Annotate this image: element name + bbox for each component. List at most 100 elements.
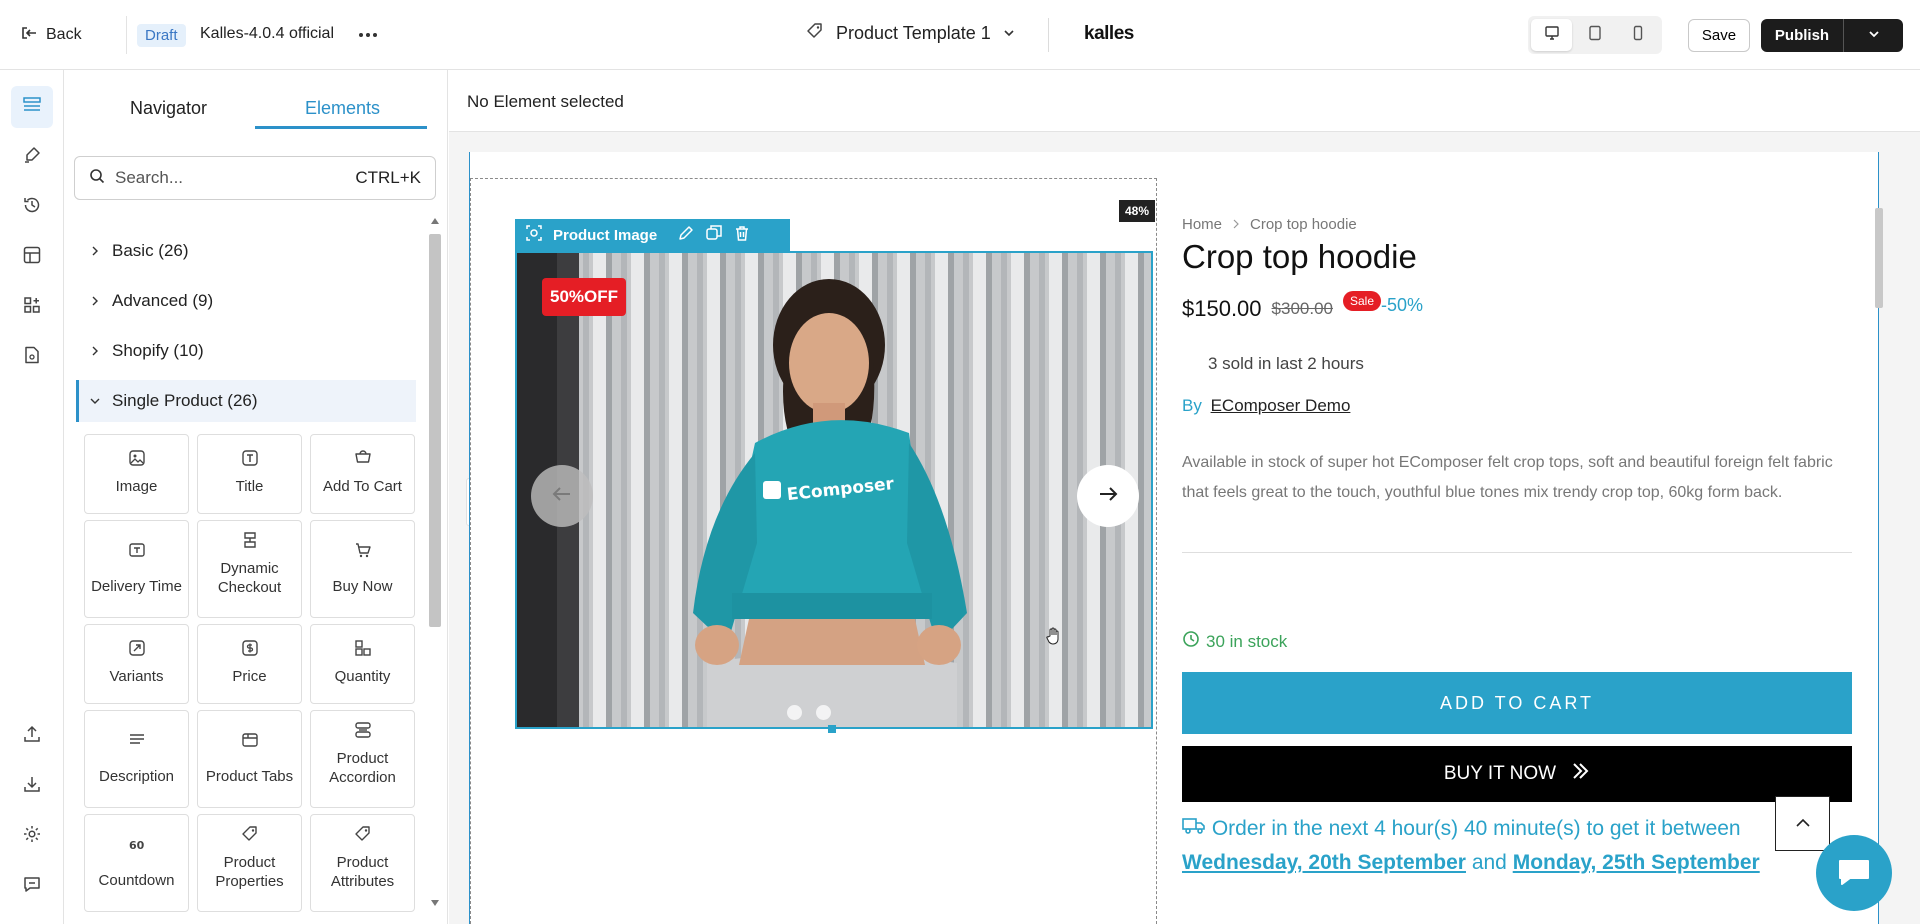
live-chat-button[interactable] <box>1816 835 1892 911</box>
mobile-view-button[interactable] <box>1618 19 1659 51</box>
element-quantity[interactable]: Quantity <box>310 624 415 704</box>
element-delivery-time[interactable]: Delivery Time <box>84 520 189 618</box>
element-image[interactable]: Image <box>84 434 189 514</box>
slider-next-button[interactable] <box>1077 465 1139 527</box>
countdown-icon: 60 <box>128 835 146 857</box>
element-variants[interactable]: Variants <box>84 624 189 704</box>
arrow-left-icon <box>550 482 574 510</box>
image-icon <box>128 449 146 471</box>
more-options-button[interactable] <box>354 22 382 48</box>
element-price[interactable]: Price <box>197 624 302 704</box>
publish-options-button[interactable] <box>1843 19 1903 52</box>
selection-status: No Element selected <box>467 92 624 111</box>
style-button[interactable] <box>11 136 53 178</box>
apps-button[interactable] <box>11 286 53 328</box>
slide-dot[interactable] <box>787 705 802 720</box>
element-product-attributes[interactable]: Product Attributes <box>310 814 415 912</box>
element-product-accordion[interactable]: Product Accordion <box>310 710 415 808</box>
product-image-slider[interactable]: EComposer 50%OFF <box>515 251 1153 729</box>
element-label: Countdown <box>98 872 175 889</box>
slider-pagination <box>787 705 831 720</box>
back-label: Back <box>46 26 82 43</box>
product-attributes-icon <box>354 825 372 847</box>
template-selector[interactable]: Product Template 1 <box>806 22 1015 45</box>
element-label: Product Attributes <box>330 854 395 890</box>
element-dynamic-checkout[interactable]: Dynamic Checkout <box>197 520 302 618</box>
dynamic-checkout-icon <box>241 531 259 553</box>
category-shopify[interactable]: Shopify (10) <box>76 330 416 372</box>
theme-name: Kalles-4.0.4 official <box>200 25 334 42</box>
tab-navigator[interactable]: Navigator <box>130 98 207 119</box>
product-vendor: By EComposer Demo <box>1182 396 1350 416</box>
support-chat-button[interactable] <box>11 865 53 907</box>
divider <box>1182 552 1852 553</box>
category-label: Single Product (26) <box>112 391 258 410</box>
tablet-view-button[interactable] <box>1574 19 1615 51</box>
canvas-scrollbar[interactable] <box>1870 152 1888 924</box>
layout-button[interactable] <box>11 86 53 128</box>
trash-icon[interactable] <box>733 224 751 246</box>
left-icon-rail <box>0 70 64 924</box>
buy-it-now-button[interactable]: BUY IT NOW <box>1182 746 1852 802</box>
category-single-product[interactable]: Single Product (26) <box>76 380 416 422</box>
tablet-icon <box>1587 25 1603 45</box>
draft-badge: Draft <box>137 24 186 47</box>
slide-dot[interactable] <box>816 705 831 720</box>
search-shortcut: CTRL+K <box>355 168 421 187</box>
scroll-thumb[interactable] <box>1875 208 1883 308</box>
save-button[interactable]: Save <box>1688 19 1750 52</box>
element-label: Product Accordion <box>329 750 396 786</box>
desktop-view-button[interactable] <box>1531 19 1573 51</box>
element-description[interactable]: Description <box>84 710 189 808</box>
search-input[interactable] <box>115 168 346 188</box>
breadcrumb-home[interactable]: Home <box>1182 216 1222 233</box>
element-add-to-cart[interactable]: Add To Cart <box>310 434 415 514</box>
back-to-top-button[interactable] <box>1775 796 1830 851</box>
history-icon <box>22 195 42 219</box>
pages-button[interactable] <box>11 336 53 378</box>
column-width-badge: 48% <box>1119 200 1156 222</box>
element-label: Add To Cart <box>323 478 402 495</box>
element-product-tabs[interactable]: Product Tabs <box>197 710 302 808</box>
category-basic[interactable]: Basic (26) <box>76 230 416 272</box>
element-label: Product Tabs <box>205 768 294 785</box>
element-countdown[interactable]: 60 Countdown <box>84 814 189 912</box>
export-button[interactable] <box>11 715 53 757</box>
divider <box>126 16 127 54</box>
settings-button[interactable] <box>11 815 53 857</box>
sold-count: 3 sold in last 2 hours <box>1208 354 1364 373</box>
publish-button[interactable]: Publish <box>1761 19 1843 52</box>
scroll-thumb[interactable] <box>429 234 441 627</box>
apps-icon <box>22 295 42 319</box>
scroll-down-arrow[interactable] <box>431 900 439 906</box>
history-button[interactable] <box>11 186 53 228</box>
editor-canvas: 48% Product Image EComposer 50%OFF Home … <box>449 132 1920 924</box>
chevron-right-icon <box>90 241 100 261</box>
back-button[interactable]: Back <box>20 22 82 48</box>
current-price: $150.00 <box>1182 296 1262 321</box>
element-buy-now[interactable]: Buy Now <box>310 520 415 618</box>
edit-icon[interactable] <box>677 224 695 246</box>
element-label: Dynamic Checkout <box>217 560 282 596</box>
slider-prev-button[interactable] <box>531 465 593 527</box>
category-advanced[interactable]: Advanced (9) <box>76 280 416 322</box>
resize-handle[interactable] <box>828 725 836 733</box>
templates-button[interactable] <box>11 236 53 278</box>
category-label: Shopify (10) <box>112 341 204 360</box>
import-button[interactable] <box>11 765 53 807</box>
scroll-up-arrow[interactable] <box>431 218 439 224</box>
tab-elements[interactable]: Elements <box>305 98 380 119</box>
hand-cursor-icon <box>1046 627 1062 649</box>
element-product-properties[interactable]: Product Properties <box>197 814 302 912</box>
element-title[interactable]: Title <box>197 434 302 514</box>
duplicate-icon[interactable] <box>705 224 723 246</box>
title-icon <box>241 449 259 471</box>
panel-scrollbar[interactable] <box>426 214 444 914</box>
vendor-link[interactable]: EComposer Demo <box>1211 396 1351 415</box>
discount-badge: 50%OFF <box>542 278 627 316</box>
add-to-cart-button[interactable]: ADD TO CART <box>1182 672 1852 734</box>
image-column[interactable]: 48% Product Image EComposer 50%OFF <box>470 178 1157 924</box>
tag-icon <box>806 22 824 45</box>
element-label: Product Properties <box>215 854 284 890</box>
element-search: CTRL+K <box>74 156 436 200</box>
